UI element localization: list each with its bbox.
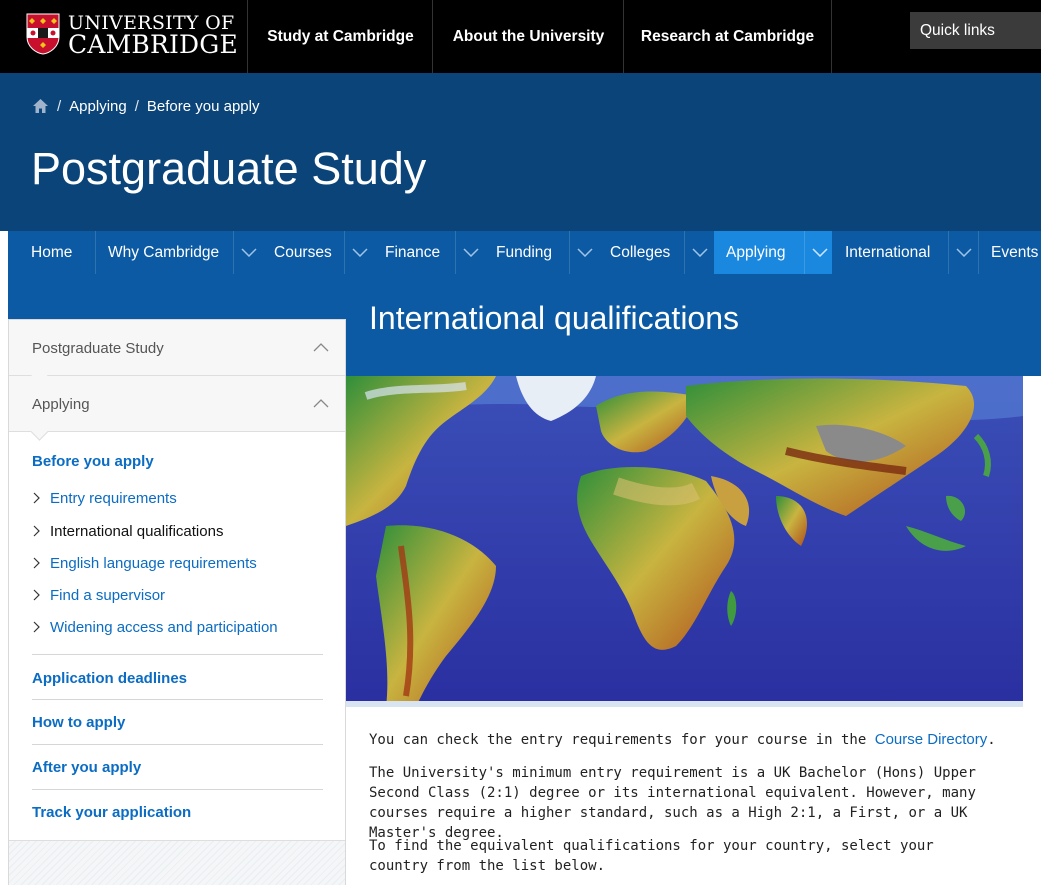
tab-colleges-label: Colleges — [610, 243, 671, 261]
tab-home[interactable]: Home — [8, 231, 95, 274]
breadcrumb-before-you-apply[interactable]: Before you apply — [147, 98, 260, 115]
chevron-down-icon[interactable] — [455, 231, 485, 274]
chevron-down-icon[interactable] — [569, 231, 599, 274]
sidebar-divider — [32, 654, 323, 655]
page-title: International qualifications — [369, 300, 740, 336]
chevron-down-icon[interactable] — [948, 231, 978, 274]
course-directory-link[interactable]: Course Directory — [875, 731, 988, 748]
tab-why-cambridge[interactable]: Why Cambridge — [95, 231, 233, 274]
topnav-about-the-university[interactable]: About the University — [432, 0, 624, 73]
breadcrumb-applying[interactable]: Applying — [69, 98, 127, 115]
sidebar-level-postgraduate-study[interactable]: Postgraduate Study — [9, 320, 345, 385]
sidebar-item-after-you-apply[interactable]: After you apply — [32, 759, 141, 776]
chevron-down-icon[interactable] — [684, 231, 714, 274]
content-paragraph: To find the equivalent qualifications fo… — [369, 838, 934, 874]
tab-why-cambridge-label: Why Cambridge — [108, 243, 220, 261]
tab-home-label: Home — [31, 243, 73, 261]
topnav-research-at-cambridge[interactable]: Research at Cambridge — [623, 0, 832, 73]
sidebar-subitem-international-qualifications[interactable]: International qualifications — [32, 521, 223, 541]
sidebar-subitem-find-a-supervisor[interactable]: Find a supervisor — [32, 585, 165, 605]
chevron-right-icon — [33, 621, 40, 633]
sidebar-item-track-your-application[interactable]: Track your application — [32, 804, 191, 821]
content-text: You can check the entry requirements for… — [369, 732, 875, 748]
sidebar-subitem-label: International qualifications — [50, 522, 224, 540]
content-text: . — [987, 732, 996, 748]
chevron-down-icon[interactable] — [344, 231, 374, 274]
home-icon[interactable] — [32, 98, 49, 114]
sidebar-item-how-to-apply[interactable]: How to apply — [32, 714, 125, 731]
sidebar-notch — [30, 422, 49, 441]
shield-icon — [26, 13, 60, 55]
breadcrumb-separator: / — [57, 97, 62, 115]
content-paragraph: The University's minimum entry requireme… — [369, 765, 976, 841]
sidebar-subitem-widening-access[interactable]: Widening access and participation — [32, 617, 278, 637]
sidebar-subitem-english-language-requirements[interactable]: English language requirements — [32, 553, 257, 573]
chevron-up-icon[interactable] — [313, 342, 329, 352]
chevron-up-icon[interactable] — [313, 398, 329, 408]
quick-links-button[interactable]: Quick links — [910, 12, 1041, 49]
sidebar: Postgraduate Study Applying Before you a… — [8, 319, 346, 885]
sidebar-level-label: Applying — [32, 396, 90, 413]
sidebar-subitem-label: Find a supervisor — [50, 586, 166, 604]
tab-events[interactable]: Events — [978, 231, 1041, 274]
site-title[interactable]: Postgraduate Study — [31, 143, 426, 195]
sidebar-subitem-entry-requirements[interactable]: Entry requirements — [32, 488, 177, 508]
topnav-study-at-cambridge[interactable]: Study at Cambridge — [247, 0, 433, 73]
tab-events-label: Events — [991, 243, 1039, 261]
content-paragraph: You can check the entry requirements for… — [369, 730, 999, 750]
sidebar-divider — [32, 699, 323, 700]
sidebar-subitem-label: English language requirements — [50, 554, 257, 572]
breadcrumb-separator: / — [134, 97, 139, 115]
tab-funding-label: Funding — [496, 243, 553, 261]
chevron-right-icon — [33, 589, 40, 601]
sidebar-divider — [32, 789, 323, 790]
university-logo[interactable]: UNIVERSITY OF CAMBRIDGE — [26, 11, 238, 57]
tab-finance-label: Finance — [385, 243, 441, 261]
tab-courses-label: Courses — [274, 243, 332, 261]
section-nav: Home Why Cambridge Courses Finance Fundi… — [8, 231, 1041, 274]
sidebar-divider — [32, 744, 323, 745]
sidebar-subitem-label: Entry requirements — [50, 489, 177, 507]
sidebar-subitem-label: Widening access and participation — [50, 618, 278, 636]
sidebar-footer-pattern — [9, 840, 345, 885]
chevron-right-icon — [33, 525, 40, 537]
world-map-image — [346, 376, 1023, 707]
breadcrumb: / Applying / Before you apply — [32, 96, 259, 116]
chevron-down-icon[interactable] — [233, 231, 263, 274]
tab-applying-label: Applying — [726, 243, 786, 261]
tab-international-label: International — [845, 243, 931, 261]
sidebar-level-applying[interactable]: Applying — [9, 376, 345, 441]
chevron-right-icon — [33, 492, 40, 504]
tab-international[interactable]: International — [834, 231, 948, 274]
logo-wordmark: UNIVERSITY OF CAMBRIDGE — [68, 12, 238, 59]
logo-line-2: CAMBRIDGE — [68, 30, 238, 59]
sidebar-item-before-you-apply[interactable]: Before you apply — [32, 453, 154, 470]
chevron-right-icon — [33, 557, 40, 569]
chevron-down-icon[interactable] — [804, 231, 834, 274]
sidebar-item-application-deadlines[interactable]: Application deadlines — [32, 670, 187, 687]
sidebar-level-label: Postgraduate Study — [32, 340, 164, 357]
